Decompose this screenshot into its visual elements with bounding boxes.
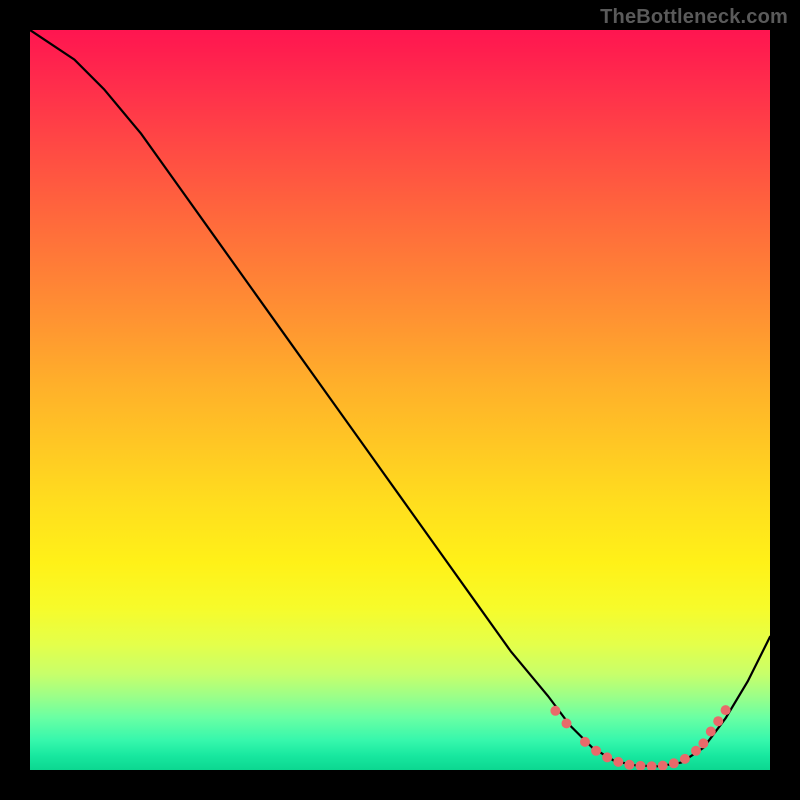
highlight-dots-group	[550, 705, 730, 770]
highlight-dot	[680, 754, 690, 764]
chart-frame: TheBottleneck.com	[0, 0, 800, 800]
highlight-dot	[624, 760, 634, 770]
highlight-dot	[713, 716, 723, 726]
watermark-label: TheBottleneck.com	[600, 6, 788, 29]
highlight-dot	[706, 727, 716, 737]
highlight-dot	[647, 761, 657, 770]
curve-layer	[30, 30, 770, 770]
plot-area	[30, 30, 770, 770]
highlight-dot	[591, 746, 601, 756]
highlight-dot	[636, 761, 646, 770]
highlight-dot	[658, 761, 668, 770]
highlight-dot	[580, 737, 590, 747]
highlight-dot	[698, 738, 708, 748]
bottleneck-curve-path	[30, 30, 770, 766]
highlight-dot	[721, 705, 731, 715]
highlight-dot	[550, 706, 560, 716]
highlight-dot	[613, 757, 623, 767]
highlight-dot	[669, 758, 679, 768]
highlight-dot	[602, 752, 612, 762]
highlight-dot	[562, 718, 572, 728]
highlight-dot	[691, 746, 701, 756]
